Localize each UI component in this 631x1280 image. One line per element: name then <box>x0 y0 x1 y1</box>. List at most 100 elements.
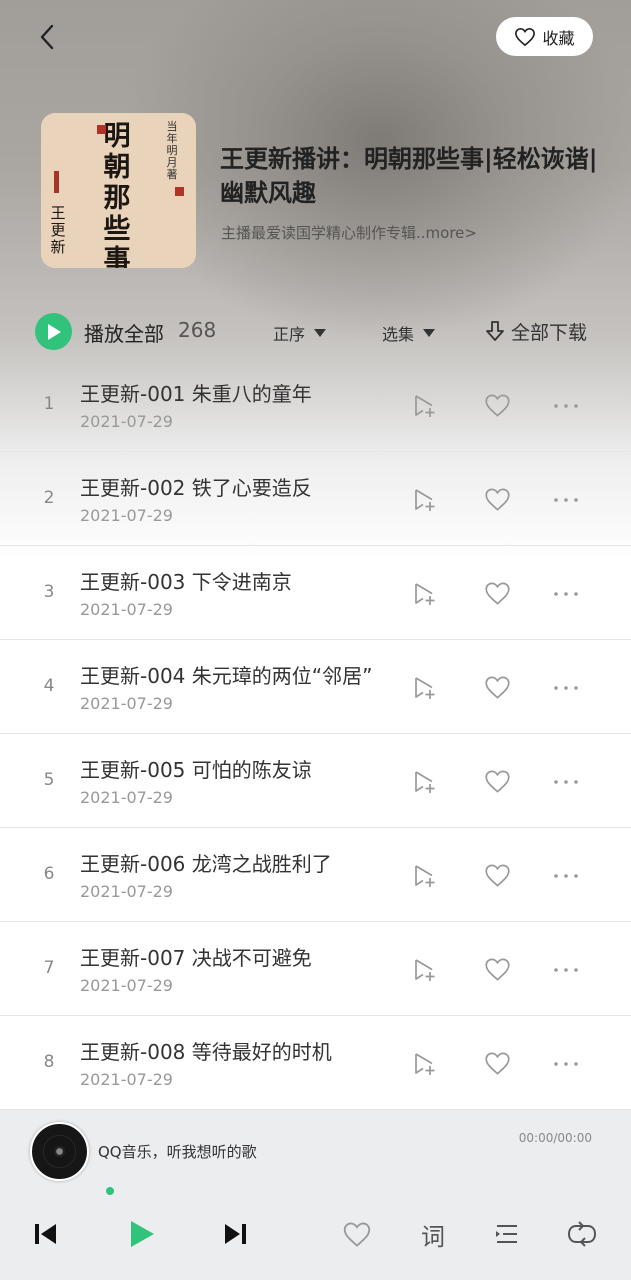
more-icon <box>554 780 578 784</box>
like-track-button[interactable] <box>484 675 511 704</box>
add-to-playlist-button[interactable] <box>412 393 438 423</box>
track-row[interactable]: 4 王更新-004 朱元璋的两位“邻居” 2021-07-29 <box>0 640 631 734</box>
add-to-playlist-button[interactable] <box>412 487 438 517</box>
prev-icon <box>35 1224 56 1244</box>
track-index: 5 <box>43 770 55 790</box>
like-track-button[interactable] <box>484 487 511 516</box>
track-date: 2021-07-29 <box>80 412 173 431</box>
more-button[interactable] <box>552 393 580 423</box>
track-title: 王更新-002 铁了心要造反 <box>80 476 312 500</box>
lyrics-button[interactable]: 词 <box>417 1218 449 1251</box>
add-to-playlist-icon <box>415 771 435 793</box>
play-all-label[interactable]: 播放全部 <box>84 318 164 347</box>
track-date: 2021-07-29 <box>80 882 173 901</box>
back-icon <box>40 24 54 50</box>
add-to-playlist-icon <box>415 1053 435 1075</box>
track-row[interactable]: 6 王更新-006 龙湾之战胜利了 2021-07-29 <box>0 828 631 922</box>
track-title: 王更新-005 可怕的陈友谅 <box>80 758 312 782</box>
add-to-playlist-button[interactable] <box>412 957 438 987</box>
add-to-playlist-button[interactable] <box>412 675 438 705</box>
more-button[interactable] <box>552 863 580 893</box>
heart-icon <box>343 1222 371 1247</box>
play-icon <box>131 1221 154 1247</box>
add-to-playlist-icon <box>415 395 435 417</box>
track-date: 2021-07-29 <box>80 600 173 619</box>
loop-icon <box>567 1221 597 1247</box>
add-to-playlist-icon <box>415 489 435 511</box>
more-icon <box>554 968 578 972</box>
album-cover[interactable]: 明朝那些事儿 当年明月 著 王更新 <box>41 113 196 268</box>
next-button[interactable] <box>220 1218 252 1250</box>
track-row[interactable]: 1 王更新-001 朱重八的童年 2021-07-29 <box>0 358 631 452</box>
playback-time: 00:00/00:00 <box>518 1131 592 1145</box>
track-date: 2021-07-29 <box>80 506 173 525</box>
playlist-button[interactable] <box>491 1218 523 1250</box>
cover-side-text: 当年明月 著 <box>166 120 178 181</box>
add-to-playlist-button[interactable] <box>412 1051 438 1081</box>
download-label: 全部下载 <box>511 322 588 344</box>
track-row[interactable]: 5 王更新-005 可怕的陈友谅 2021-07-29 <box>0 734 631 828</box>
add-to-playlist-icon <box>415 583 435 605</box>
track-row[interactable]: 7 王更新-007 决战不可避免 2021-07-29 <box>0 922 631 1016</box>
add-to-playlist-button[interactable] <box>412 769 438 799</box>
list-controls: 播放全部 268 正序 选集 全部下载 <box>0 308 631 354</box>
cover-seal <box>54 171 59 193</box>
play-icon <box>47 323 61 340</box>
more-button[interactable] <box>552 1051 580 1081</box>
select-label: 选集 <box>382 325 415 344</box>
like-track-button[interactable] <box>484 1051 511 1080</box>
loop-button[interactable] <box>566 1218 598 1250</box>
more-icon <box>554 1062 578 1066</box>
progress-handle[interactable] <box>106 1187 114 1195</box>
play-button[interactable] <box>126 1218 158 1250</box>
track-title: 王更新-006 龙湾之战胜利了 <box>80 852 332 876</box>
heart-icon <box>485 394 510 417</box>
more-button[interactable] <box>552 957 580 987</box>
prev-button[interactable] <box>29 1218 61 1250</box>
album-disc[interactable] <box>30 1122 89 1181</box>
more-button[interactable] <box>552 581 580 611</box>
track-date: 2021-07-29 <box>80 976 173 995</box>
sort-dropdown[interactable]: 正序 <box>273 321 327 345</box>
track-date: 2021-07-29 <box>80 788 173 807</box>
mini-player: QQ音乐，听我想听的歌 00:00/00:00 词 <box>0 1110 631 1280</box>
chevron-down-icon <box>423 329 436 337</box>
track-index: 3 <box>43 582 55 602</box>
more-button[interactable] <box>552 769 580 799</box>
album-description[interactable]: 主播最爱读国学精心制作专辑..more> <box>221 222 477 243</box>
heart-icon <box>485 582 510 605</box>
favorite-button[interactable]: 收藏 <box>496 17 593 56</box>
heart-icon <box>485 676 510 699</box>
more-icon <box>554 498 578 502</box>
like-track-button[interactable] <box>484 581 511 610</box>
add-to-playlist-button[interactable] <box>412 581 438 611</box>
add-to-playlist-icon <box>415 959 435 981</box>
like-track-button[interactable] <box>484 957 511 986</box>
album-title: 王更新播讲：明朝那些事|轻松诙谐|幽默风趣 <box>220 145 598 207</box>
more-button[interactable] <box>552 675 580 705</box>
heart-icon <box>485 958 510 981</box>
like-track-button[interactable] <box>484 863 511 892</box>
track-title: 王更新-001 朱重八的童年 <box>80 382 312 406</box>
sort-label: 正序 <box>273 325 306 344</box>
track-index: 6 <box>43 864 55 884</box>
track-row[interactable]: 8 王更新-008 等待最好的时机 2021-07-29 <box>0 1016 631 1110</box>
cover-title: 明朝那些事儿 <box>103 121 131 268</box>
like-track-button[interactable] <box>484 393 511 422</box>
more-icon <box>554 404 578 408</box>
add-to-playlist-button[interactable] <box>412 863 438 893</box>
track-row[interactable]: 2 王更新-002 铁了心要造反 2021-07-29 <box>0 452 631 546</box>
download-all-button[interactable]: 全部下载 <box>484 318 587 345</box>
track-row[interactable]: 3 王更新-003 下令进南京 2021-07-29 <box>0 546 631 640</box>
more-icon <box>554 592 578 596</box>
like-track-button[interactable] <box>484 769 511 798</box>
track-count: 268 <box>178 318 217 342</box>
like-button[interactable] <box>341 1218 373 1250</box>
more-button[interactable] <box>552 487 580 517</box>
heart-icon <box>485 1052 510 1075</box>
back-button[interactable] <box>30 20 64 54</box>
download-icon <box>486 320 504 341</box>
play-all-button[interactable] <box>35 313 72 350</box>
select-episodes-dropdown[interactable]: 选集 <box>382 321 436 345</box>
heart-icon <box>485 770 510 793</box>
